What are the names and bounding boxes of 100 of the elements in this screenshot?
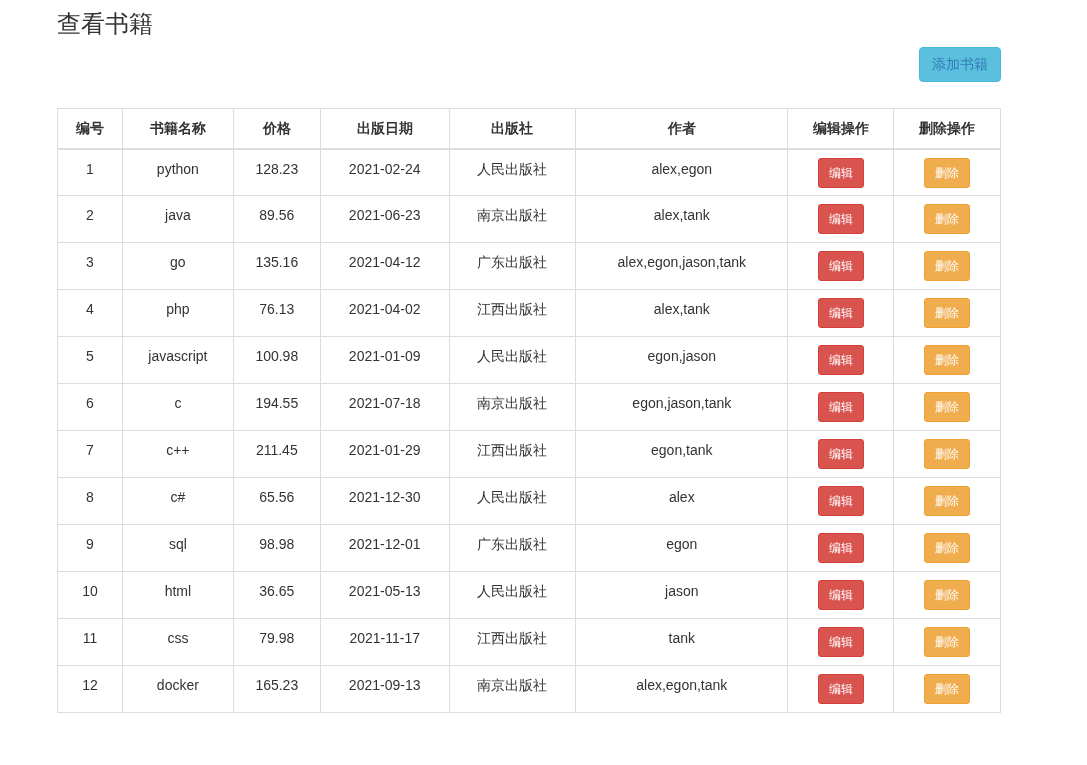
delete-button[interactable]: 删除 bbox=[924, 204, 971, 235]
delete-button[interactable]: 删除 bbox=[924, 580, 971, 611]
table-cell: 江西出版社 bbox=[449, 618, 576, 666]
table-cell: 人民出版社 bbox=[449, 336, 576, 384]
table-cell: 11 bbox=[57, 618, 123, 666]
table-cell: 65.56 bbox=[233, 477, 321, 525]
table-cell: 89.56 bbox=[233, 195, 321, 243]
table-cell: 江西出版社 bbox=[449, 430, 576, 478]
delete-button[interactable]: 删除 bbox=[924, 674, 971, 705]
table-cell: 广东出版社 bbox=[449, 242, 576, 290]
table-cell: 135.16 bbox=[233, 242, 321, 290]
edit-button[interactable]: 编辑 bbox=[817, 627, 864, 658]
delete-button[interactable]: 删除 bbox=[924, 392, 971, 423]
column-header: 编号 bbox=[57, 108, 123, 149]
edit-button[interactable]: 编辑 bbox=[817, 392, 864, 423]
table-cell: alex,egon bbox=[575, 148, 788, 196]
edit-button[interactable]: 编辑 bbox=[817, 486, 864, 517]
edit-button[interactable]: 编辑 bbox=[817, 204, 864, 235]
table-cell: 3 bbox=[57, 242, 123, 290]
table-cell: alex,egon,tank bbox=[575, 665, 788, 713]
table-cell: 南京出版社 bbox=[449, 665, 576, 713]
table-cell: css bbox=[122, 618, 234, 666]
delete-button[interactable]: 删除 bbox=[924, 533, 971, 564]
table-cell: 4 bbox=[57, 289, 123, 337]
table-cell: 2021-12-30 bbox=[320, 477, 450, 525]
table-cell: c++ bbox=[122, 430, 234, 478]
table-cell: java bbox=[122, 195, 234, 243]
table-cell: 10 bbox=[57, 571, 123, 619]
table-cell: jason bbox=[575, 571, 788, 619]
delete-button[interactable]: 删除 bbox=[924, 157, 971, 188]
edit-button[interactable]: 编辑 bbox=[817, 345, 864, 376]
table-cell: alex,tank bbox=[575, 195, 788, 243]
table-cell: 2 bbox=[57, 195, 123, 243]
table-cell: egon,jason bbox=[575, 336, 788, 384]
edit-button[interactable]: 编辑 bbox=[817, 439, 864, 470]
table-cell: 人民出版社 bbox=[449, 148, 576, 196]
table-cell: 2021-04-02 bbox=[320, 289, 450, 337]
table-cell: html bbox=[122, 571, 234, 619]
table-cell: 2021-04-12 bbox=[320, 242, 450, 290]
edit-button[interactable]: 编辑 bbox=[817, 298, 864, 329]
delete-button[interactable]: 删除 bbox=[924, 486, 971, 517]
table-cell: 9 bbox=[57, 524, 123, 572]
table-cell: 2021-09-13 bbox=[320, 665, 450, 713]
table-cell: 194.55 bbox=[233, 383, 321, 431]
table-cell: c# bbox=[122, 477, 234, 525]
table-cell: alex bbox=[575, 477, 788, 525]
table-cell: alex,egon,jason,tank bbox=[575, 242, 788, 290]
table-cell: c bbox=[122, 383, 234, 431]
edit-button[interactable]: 编辑 bbox=[817, 533, 864, 564]
column-header: 出版社 bbox=[449, 108, 576, 149]
table-cell: 6 bbox=[57, 383, 123, 431]
page-title: 查看书籍 bbox=[57, 10, 154, 39]
table-cell: 人民出版社 bbox=[449, 571, 576, 619]
table-cell: 5 bbox=[57, 336, 123, 384]
table-cell: 1 bbox=[57, 148, 123, 196]
table-cell: 2021-02-24 bbox=[320, 148, 450, 196]
table-cell: 2021-07-18 bbox=[320, 383, 450, 431]
table-cell: egon,tank bbox=[575, 430, 788, 478]
table-cell: 2021-06-23 bbox=[320, 195, 450, 243]
table-cell: 2021-01-29 bbox=[320, 430, 450, 478]
table-cell: python bbox=[122, 148, 234, 196]
table-cell: 人民出版社 bbox=[449, 477, 576, 525]
table-cell: 2021-12-01 bbox=[320, 524, 450, 572]
table-cell: 128.23 bbox=[233, 148, 321, 196]
column-header: 出版日期 bbox=[320, 108, 450, 149]
edit-button[interactable]: 编辑 bbox=[817, 580, 864, 611]
table-cell: sql bbox=[122, 524, 234, 572]
table-cell: 79.98 bbox=[233, 618, 321, 666]
table-cell: 100.98 bbox=[233, 336, 321, 384]
table-cell: 76.13 bbox=[233, 289, 321, 337]
table-cell: 南京出版社 bbox=[449, 383, 576, 431]
edit-button[interactable]: 编辑 bbox=[817, 157, 864, 188]
table-cell: javascript bbox=[122, 336, 234, 384]
table-cell: 12 bbox=[57, 665, 123, 713]
table-cell: 8 bbox=[57, 477, 123, 525]
table-cell: 36.65 bbox=[233, 571, 321, 619]
delete-button[interactable]: 删除 bbox=[924, 439, 971, 470]
delete-button[interactable]: 删除 bbox=[924, 627, 971, 658]
column-header: 编辑操作 bbox=[787, 108, 894, 149]
table-cell: 98.98 bbox=[233, 524, 321, 572]
table-cell: 2021-05-13 bbox=[320, 571, 450, 619]
table-cell: 7 bbox=[57, 430, 123, 478]
table-cell: php bbox=[122, 289, 234, 337]
table-cell: tank bbox=[575, 618, 788, 666]
add-book-button[interactable]: 添加书籍 bbox=[919, 46, 1001, 82]
table-cell: egon bbox=[575, 524, 788, 572]
table-cell: 江西出版社 bbox=[449, 289, 576, 337]
delete-button[interactable]: 删除 bbox=[924, 345, 971, 376]
table-cell: docker bbox=[122, 665, 234, 713]
delete-button[interactable]: 删除 bbox=[924, 251, 971, 282]
column-header: 价格 bbox=[233, 108, 321, 149]
column-header: 作者 bbox=[575, 108, 788, 149]
delete-button[interactable]: 删除 bbox=[924, 298, 971, 329]
edit-button[interactable]: 编辑 bbox=[817, 251, 864, 282]
table-cell: 2021-01-09 bbox=[320, 336, 450, 384]
table-cell: 211.45 bbox=[233, 430, 321, 478]
table-cell: egon,jason,tank bbox=[575, 383, 788, 431]
edit-button[interactable]: 编辑 bbox=[817, 674, 864, 705]
column-header: 书籍名称 bbox=[122, 108, 234, 149]
table-cell: 2021-11-17 bbox=[320, 618, 450, 666]
